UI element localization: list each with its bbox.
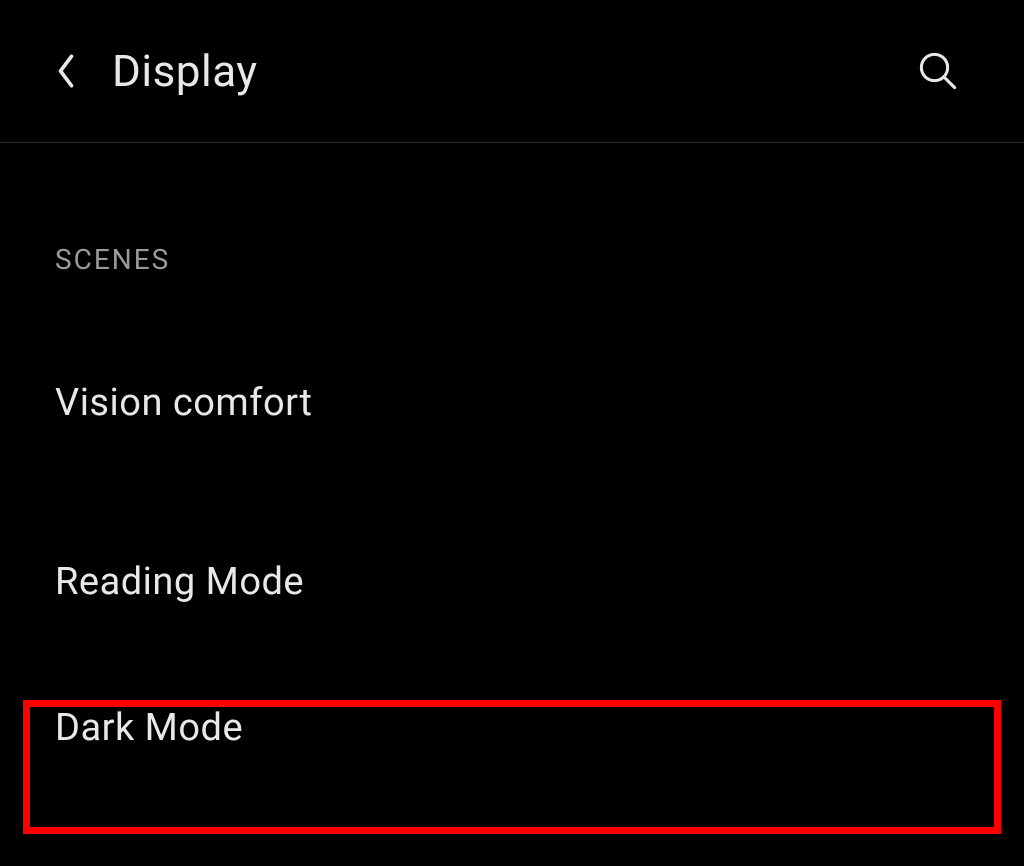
page-title: Display bbox=[112, 45, 258, 97]
search-icon[interactable] bbox=[917, 50, 959, 92]
dark-mode-wrapper: Dark Mode bbox=[55, 686, 969, 770]
list-item-dark-mode[interactable]: Dark Mode bbox=[55, 686, 969, 770]
section-label-scenes: SCENES bbox=[55, 243, 969, 276]
header: Display bbox=[0, 0, 1024, 143]
list-item-vision-comfort[interactable]: Vision comfort bbox=[55, 361, 969, 445]
list-item-reading-mode[interactable]: Reading Mode bbox=[55, 540, 969, 624]
content: SCENES Vision comfort Reading Mode Dark … bbox=[0, 143, 1024, 770]
back-icon[interactable] bbox=[55, 52, 77, 90]
header-left: Display bbox=[55, 45, 258, 97]
